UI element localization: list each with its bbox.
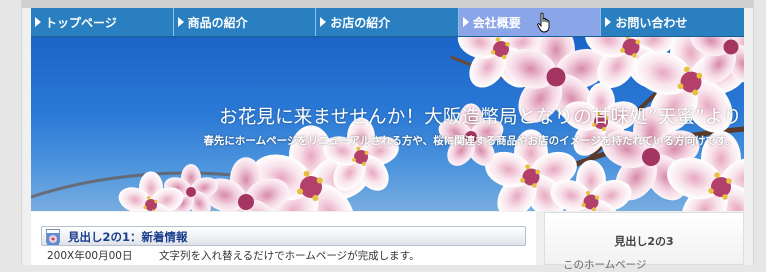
arrow-right-icon <box>320 17 327 27</box>
hero-banner: お花見に来ませせんか！大阪造幣局となりの甘味処”天蜜”より 春先にホームページを… <box>31 37 744 211</box>
arrow-right-icon <box>605 17 612 27</box>
nav-item-contact[interactable]: お問い合わせ <box>601 8 744 36</box>
top-strip <box>22 0 753 8</box>
section-heading: 見出し2の1：新着情報 <box>41 226 526 246</box>
nav-item-label: お店の紹介 <box>330 15 391 30</box>
section-heading-text: 見出し2の1：新着情報 <box>68 230 188 244</box>
nav-item-top[interactable]: トップページ <box>31 8 174 36</box>
nav-item-company[interactable]: 会社概要 <box>458 8 602 36</box>
nav-item-label: トップページ <box>45 15 117 30</box>
main-content: 見出し2の1：新着情報 200X年00月00日 文字列を入れ替えるだけでホームペ… <box>31 212 536 265</box>
nav-item-label: お問い合わせ <box>615 15 688 30</box>
hand-cursor-icon <box>537 12 550 33</box>
sidebar-heading: 見出し2の3 <box>614 235 674 248</box>
nav-item-products[interactable]: 商品の紹介 <box>174 8 317 36</box>
news-date: 200X年00月00日 <box>47 250 133 262</box>
nav-item-shop[interactable]: お店の紹介 <box>316 8 459 36</box>
flower-icon <box>46 229 60 245</box>
page: トップページ 商品の紹介 お店の紹介 会社概要 お問い合わせ お花見に来ませせん… <box>21 0 754 271</box>
global-nav: トップページ 商品の紹介 お店の紹介 会社概要 お問い合わせ <box>31 8 744 37</box>
hero-title: お花見に来ませせんか！大阪造幣局となりの甘味処”天蜜”より <box>219 107 742 128</box>
arrow-right-icon <box>35 17 41 27</box>
sidebar: 見出し2の3 このホームページ <box>544 212 744 271</box>
arrow-right-icon <box>177 17 184 27</box>
nav-item-label: 会社概要 <box>472 15 521 30</box>
news-text[interactable]: 文字列を入れ替えるだけでホームページが完成します。 <box>159 248 420 263</box>
hero-subtitle: 春先にホームページをリニューアルされる方や、桜に関連する商品やお店のイメージを持… <box>203 135 736 147</box>
arrow-right-icon <box>462 17 469 27</box>
nav-item-label: 商品の紹介 <box>187 15 248 30</box>
